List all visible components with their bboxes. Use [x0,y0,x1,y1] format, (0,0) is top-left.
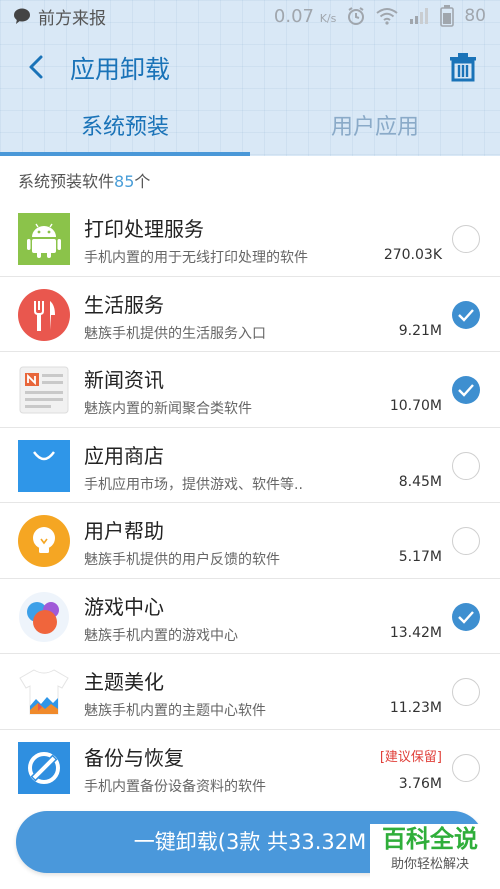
tab-system-preinstalled[interactable]: 系统预装 [0,104,250,156]
notification-text: 前方来报 [38,8,106,29]
app-row-print-service[interactable]: 打印处理服务 手机内置的用于无线打印处理的软件 270.03K [0,201,500,277]
select-checkbox[interactable] [452,527,480,555]
fork-knife-icon [18,288,70,341]
app-description: 魅族内置的新闻聚合类软件 [84,401,252,417]
app-description: 魅族手机内置的游戏中心 [84,627,238,644]
app-name: 应用商店 [84,443,164,468]
app-row-app-store[interactable]: 应用商店 手机应用市场，提供游戏、软件等.. 8.45M [0,428,500,503]
select-checkbox-checked[interactable] [452,602,480,631]
app-row-user-help[interactable]: 用户帮助 魅族手机提供的用户反馈的软件 5.17M [0,503,500,579]
app-row-themes[interactable]: 主题美化 魅族手机内置的主题中心软件 11.23M [0,654,500,730]
newspaper-icon [19,366,69,414]
backup-restore-icon [18,741,70,794]
select-checkbox-checked[interactable] [452,376,480,404]
app-description: 手机内置的用于无线打印处理的软件 [84,250,308,266]
app-description: 魅族手机内置的主题中心软件 [84,703,266,719]
app-list: 打印处理服务 手机内置的用于无线打印处理的软件 270.03K 生活服务 魅族手… [0,201,500,805]
header: 前方来报 0.07 K/s 80 应用卸载 系统预装 用户应用 [0,0,500,156]
tab-user-apps[interactable]: 用户应用 [250,104,500,156]
shopping-bag-icon [18,439,70,492]
app-description: 魅族手机提供的用户反馈的软件 [84,552,280,568]
checkmark-icon [458,610,474,624]
preinstalled-count: 系统预装软件85个 [18,172,151,191]
app-bar: 应用卸载 [0,40,500,96]
app-name: 打印处理服务 [84,217,204,241]
app-size: 9.21M [398,322,442,339]
status-bar: 前方来报 0.07 K/s 80 [0,0,500,32]
page-title: 应用卸载 [70,55,171,84]
select-checkbox[interactable] [452,753,480,782]
battery-icon [440,5,455,27]
wifi-icon [376,8,398,25]
select-checkbox[interactable] [452,225,480,253]
select-checkbox[interactable] [452,678,480,706]
app-description: 手机内置备份设备资料的软件 [84,778,266,795]
checkmark-icon [458,384,474,397]
app-name: 新闻资讯 [84,368,164,392]
app-name: 备份与恢复 [84,745,184,770]
game-bubbles-icon [19,591,69,642]
select-checkbox[interactable] [452,451,480,480]
chat-bubble-icon [14,8,30,24]
tshirt-icon [19,669,69,715]
app-size: 13.42M [389,624,442,641]
app-description: 魅族手机提供的生活服务入口 [84,325,266,342]
app-size: 3.76M [398,775,442,792]
checkmark-icon [458,308,474,322]
app-size: 11.23M [389,700,442,716]
lightbulb-icon [18,515,70,567]
app-size: 8.45M [398,473,442,490]
app-name: 主题美化 [84,670,164,694]
app-name: 生活服务 [84,292,164,317]
alarm-icon [348,7,365,25]
network-speed: 0.07 K/s [273,5,337,27]
recommend-keep-tag: [建议保留] [379,749,442,765]
back-arrow-icon[interactable] [22,52,52,82]
trash-icon[interactable] [446,50,480,84]
signal-icon [410,8,429,24]
app-size: 5.17M [398,549,442,565]
app-row-backup-restore[interactable]: 备份与恢复 [建议保留] 手机内置备份设备资料的软件 3.76M [0,730,500,806]
app-row-news[interactable]: 新闻资讯 魅族内置的新闻聚合类软件 10.70M [0,352,500,428]
app-row-life-service[interactable]: 生活服务 魅族手机提供的生活服务入口 9.21M [0,277,500,352]
app-size: 10.70M [389,398,442,414]
app-name: 游戏中心 [84,594,164,619]
app-description: 手机应用市场，提供游戏、软件等.. [84,476,303,493]
app-name: 用户帮助 [84,519,164,543]
tab-bar: 系统预装 用户应用 [0,104,500,156]
select-checkbox-checked[interactable] [452,300,480,329]
battery-level: 80 [464,6,486,26]
watermark-logo: 百科全说 助你轻松解决 [370,824,490,882]
app-size: 270.03K [383,247,442,263]
android-icon [18,213,70,265]
app-row-game-center[interactable]: 游戏中心 魅族手机内置的游戏中心 13.42M [0,579,500,654]
